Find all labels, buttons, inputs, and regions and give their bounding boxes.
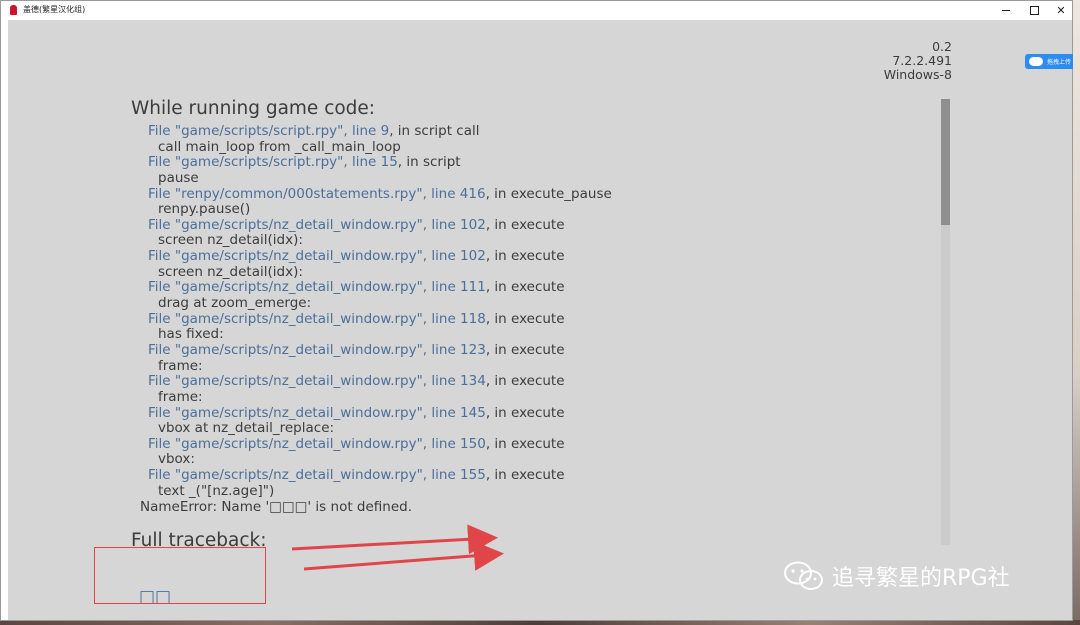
wechat-icon bbox=[784, 561, 823, 590]
annotation-arrows bbox=[291, 524, 504, 571]
annotation-arrow bbox=[291, 524, 498, 555]
watermark-text: 追寻繁星的RPG社 bbox=[832, 566, 1010, 591]
watermark: 追寻繁星的RPG社 bbox=[782, 560, 1010, 592]
annotation-arrow bbox=[303, 540, 504, 571]
